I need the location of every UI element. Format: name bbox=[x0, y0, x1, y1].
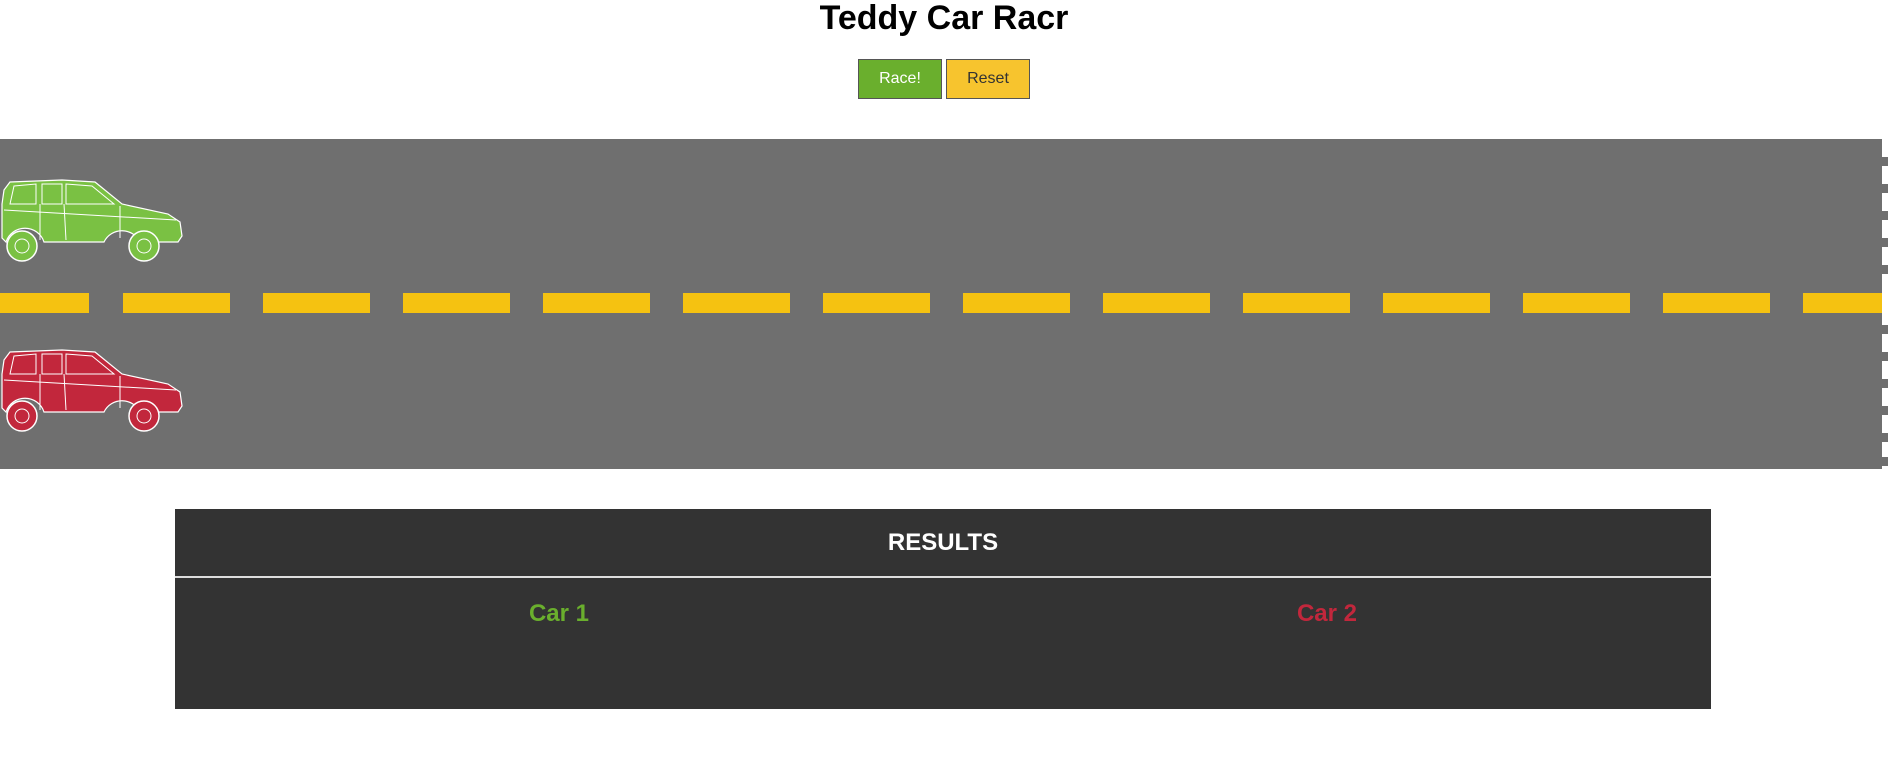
car-1-icon bbox=[1, 179, 183, 262]
results-car-1-label: Car 1 bbox=[528, 600, 590, 627]
reset-button[interactable]: Reset bbox=[946, 59, 1030, 99]
results-heading: RESULTS bbox=[175, 509, 1711, 578]
car-2-icon bbox=[1, 349, 183, 432]
results-car-2-label: Car 2 bbox=[1296, 600, 1358, 627]
results-panel: RESULTS Car 1 Car 2 bbox=[175, 509, 1711, 709]
race-controls: Race! Reset bbox=[0, 59, 1888, 99]
race-button[interactable]: Race! bbox=[858, 59, 942, 99]
page-title: Teddy Car Racr bbox=[819, 0, 1069, 37]
lane-divider bbox=[0, 293, 1892, 313]
finish-line bbox=[1882, 139, 1892, 469]
results-columns: Car 1 Car 2 bbox=[175, 578, 1711, 628]
race-track bbox=[0, 139, 1892, 469]
